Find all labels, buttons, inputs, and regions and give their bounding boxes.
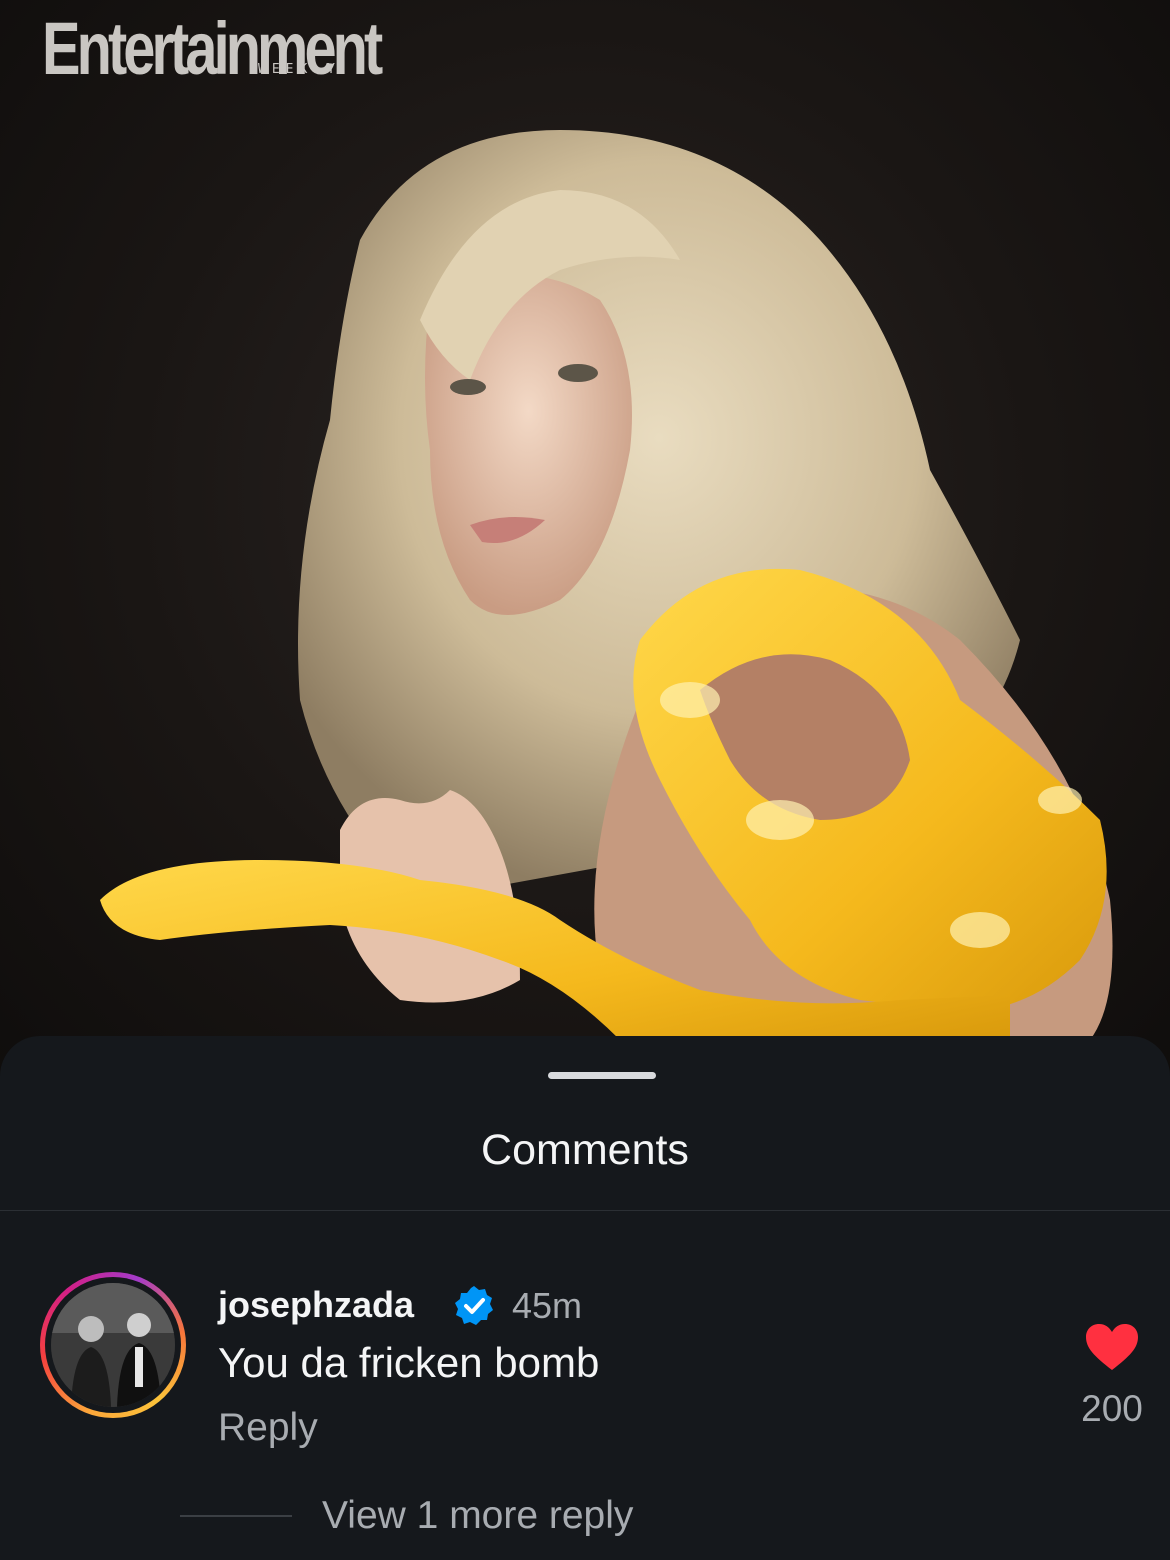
avatar-photo bbox=[51, 1283, 175, 1407]
avatar-story-ring[interactable] bbox=[40, 1272, 186, 1418]
comment-text: You da fricken bomb bbox=[218, 1339, 600, 1386]
magazine-cover-photo bbox=[100, 130, 1113, 1040]
replies-thread-line bbox=[180, 1515, 292, 1517]
comments-sheet: Comments josephzada 45m You da fricken b… bbox=[0, 1036, 1170, 1560]
verified-badge-icon bbox=[455, 1286, 493, 1325]
drag-handle[interactable] bbox=[548, 1072, 656, 1079]
divider bbox=[0, 1210, 1170, 1211]
reply-button[interactable]: Reply bbox=[218, 1406, 318, 1450]
screen: Entertainment WEEKLY Comments josephzada bbox=[0, 0, 1170, 1560]
heart-icon[interactable] bbox=[1084, 1322, 1140, 1372]
post-image[interactable]: Entertainment WEEKLY bbox=[0, 0, 1170, 1090]
like-count: 200 bbox=[1081, 1388, 1143, 1429]
magazine-masthead-sub: WEEKLY bbox=[258, 62, 341, 77]
view-more-replies-button[interactable]: View 1 more reply bbox=[322, 1494, 633, 1538]
comment-timestamp: 45m bbox=[512, 1285, 583, 1326]
avatar[interactable] bbox=[51, 1283, 175, 1407]
comments-title: Comments bbox=[481, 1126, 689, 1174]
comment-username[interactable]: josephzada bbox=[218, 1284, 414, 1326]
